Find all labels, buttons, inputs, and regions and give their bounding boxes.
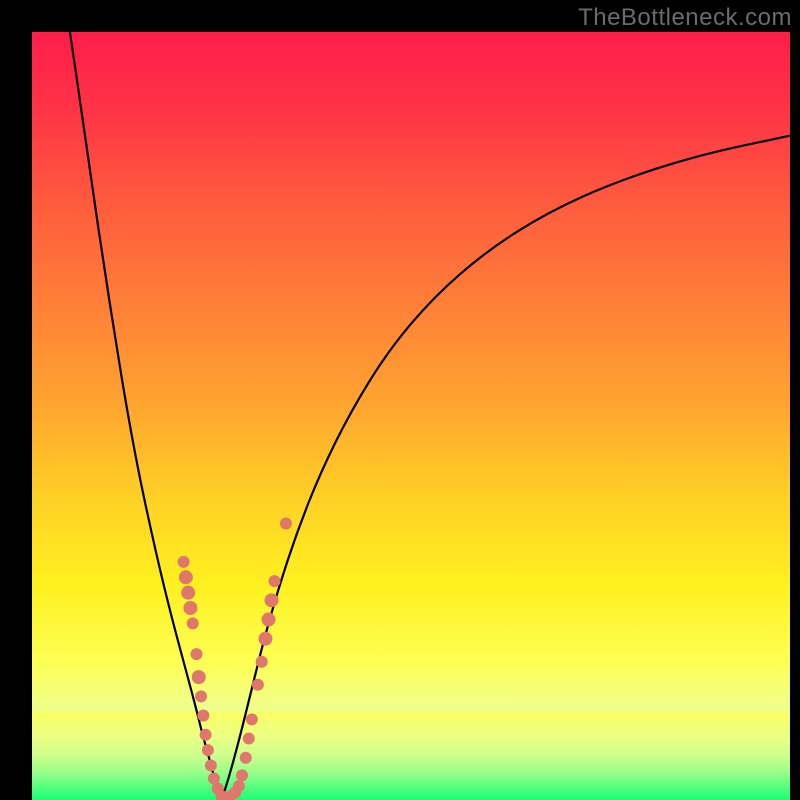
data-point (269, 575, 281, 587)
data-point (262, 613, 276, 627)
data-point (265, 593, 279, 607)
data-point (200, 729, 212, 741)
data-point (205, 759, 217, 771)
data-point (181, 586, 195, 600)
watermark-label: TheBottleneck.com (578, 4, 792, 32)
data-point (280, 518, 292, 530)
plot-area (32, 32, 790, 800)
data-point (233, 780, 245, 792)
data-point (179, 570, 193, 584)
data-point (240, 752, 252, 764)
data-point (178, 556, 190, 568)
data-point (183, 601, 197, 615)
data-point (258, 632, 272, 646)
data-point (195, 690, 207, 702)
data-point (252, 679, 264, 691)
data-point (236, 769, 248, 781)
data-point (190, 648, 202, 660)
data-point (243, 733, 255, 745)
bottleneck-plot-svg (32, 32, 790, 800)
data-point (256, 656, 268, 668)
gradient-background (32, 32, 790, 800)
data-point (246, 713, 258, 725)
data-point (197, 710, 209, 722)
data-point (192, 670, 206, 684)
data-point (202, 744, 214, 756)
chart-canvas: TheBottleneck.com (0, 0, 800, 800)
bottom-gradient-band (32, 712, 790, 800)
data-point (187, 617, 199, 629)
